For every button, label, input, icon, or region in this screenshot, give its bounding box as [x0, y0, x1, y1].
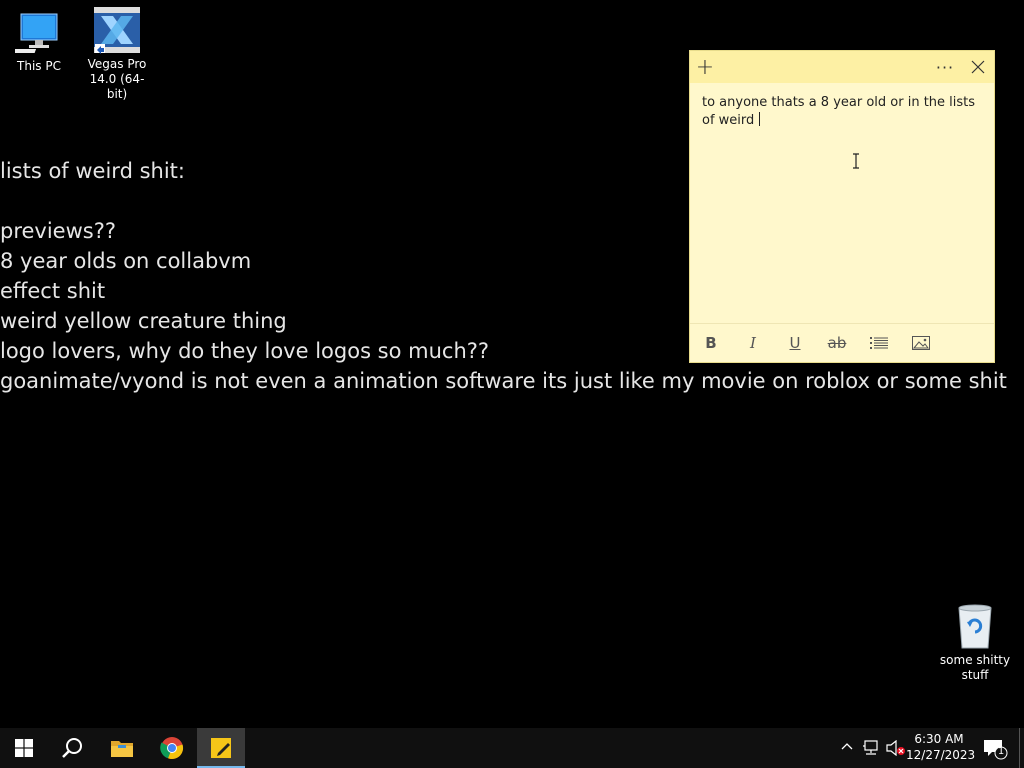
- chrome-icon: [160, 737, 184, 759]
- file-explorer-icon: [111, 741, 133, 757]
- image-icon: [912, 336, 930, 350]
- strikethrough-icon: ab: [827, 334, 847, 352]
- network-icon: [863, 740, 878, 755]
- insert-image-button[interactable]: [900, 324, 942, 362]
- computer-icon: [8, 8, 63, 56]
- volume-button[interactable]: [886, 739, 906, 757]
- close-button[interactable]: [965, 55, 991, 79]
- text-cursor-icon: [853, 153, 859, 169]
- chevron-up-icon: [841, 743, 853, 750]
- bold-icon: B: [705, 334, 717, 352]
- bold-button[interactable]: B: [690, 324, 732, 362]
- add-note-button[interactable]: +: [692, 54, 718, 80]
- desktop-icon-label: some shitty stuff: [939, 653, 1011, 682]
- desktop-icon-vegas-pro[interactable]: Vegas Pro 14.0 (64-bit): [80, 6, 154, 102]
- search-button[interactable]: [48, 728, 96, 768]
- note-text-area[interactable]: to anyone thats a 8 year old or in the l…: [690, 83, 994, 329]
- sticky-note-window: + ··· to anyone thats a 8 year old or in…: [690, 51, 994, 362]
- sticky-notes-button[interactable]: [197, 728, 245, 768]
- desktop-icon-recycle-bin[interactable]: some shitty stuff: [936, 602, 1014, 683]
- chrome-button[interactable]: [148, 728, 196, 768]
- notification-count: 1: [997, 746, 1005, 757]
- strikethrough-button[interactable]: ab: [816, 324, 858, 362]
- taskbar: 6:30 AM 12/27/2023 1: [0, 728, 1024, 768]
- search-icon: [62, 738, 82, 758]
- network-button[interactable]: [862, 740, 880, 756]
- clock-time: 6:30 AM: [914, 732, 964, 746]
- plus-icon: +: [695, 54, 715, 80]
- format-toolbar: B I U ab: [690, 323, 994, 362]
- bullets-button[interactable]: [858, 324, 900, 362]
- desktop-icon-this-pc[interactable]: This PC: [2, 8, 76, 74]
- underline-button[interactable]: U: [774, 324, 816, 362]
- clock[interactable]: 6:30 AM 12/27/2023: [906, 731, 976, 763]
- close-icon: [971, 60, 985, 74]
- sticky-notes-icon: [211, 738, 231, 758]
- action-center-button[interactable]: 1: [982, 738, 1008, 760]
- underline-icon: U: [789, 334, 801, 352]
- wallpaper-line: goanimate/vyond is not even a animation …: [0, 369, 1007, 393]
- italic-button[interactable]: I: [732, 324, 774, 362]
- text-caret: [759, 112, 761, 126]
- vegas-pro-icon: [93, 6, 141, 54]
- clock-date: 12/27/2023: [906, 748, 976, 762]
- italic-icon: I: [750, 334, 756, 352]
- windows-icon: [15, 739, 33, 757]
- more-icon: ···: [935, 57, 955, 77]
- recycle-bin-icon: [951, 602, 999, 650]
- volume-muted-icon: [886, 739, 905, 757]
- show-desktop-button[interactable]: [1019, 728, 1024, 768]
- note-text: to anyone thats a 8 year old or in the l…: [702, 95, 976, 128]
- desktop-icon-label: Vegas Pro 14.0 (64-bit): [87, 57, 147, 101]
- menu-button[interactable]: ···: [932, 55, 958, 79]
- sticky-note-titlebar[interactable]: + ···: [690, 51, 994, 83]
- show-hidden-icons-button[interactable]: [838, 739, 856, 757]
- desktop-icon-label: This PC: [17, 59, 61, 73]
- start-button[interactable]: [0, 728, 48, 768]
- bullets-icon: [870, 337, 888, 349]
- file-explorer-button[interactable]: [98, 728, 146, 768]
